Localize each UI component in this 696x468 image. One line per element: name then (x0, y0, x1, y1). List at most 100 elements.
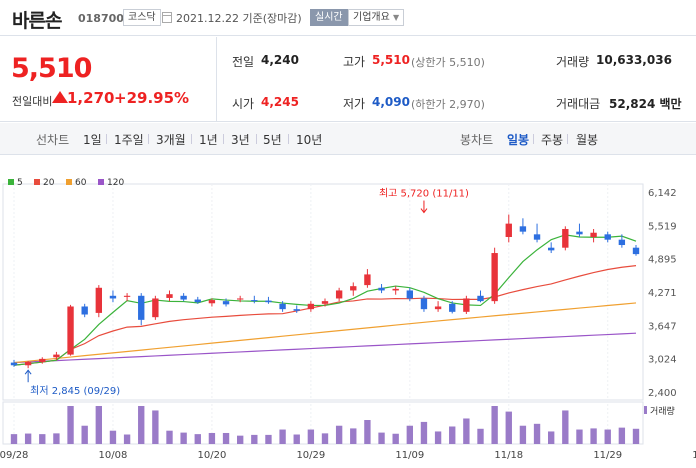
change-rate: +29.95% (114, 89, 190, 107)
x-tick-label: 11/18 (494, 450, 523, 461)
volume-bar (138, 406, 145, 444)
candle-body (590, 232, 597, 238)
y-tick-label: 6,142 (648, 188, 677, 199)
up-arrow-icon (52, 91, 68, 103)
volume-bar (576, 429, 583, 444)
company-info-label: 기업개요 (353, 12, 390, 23)
volume-legend-swatch (644, 406, 647, 414)
divider (216, 37, 217, 121)
period-1w[interactable]: 1주일 (114, 131, 144, 148)
period-1y[interactable]: 1년 (199, 131, 218, 148)
period-3m[interactable]: 3개월 (156, 131, 186, 148)
y-tick-label: 3,024 (648, 355, 677, 366)
volume-bar (590, 428, 597, 444)
candle-body (364, 274, 371, 286)
separator (223, 134, 224, 144)
candle-body (307, 303, 315, 310)
candle-body (180, 295, 187, 300)
legend-swatch (34, 179, 40, 185)
candle-body (321, 301, 329, 304)
candle-body (152, 298, 159, 318)
candle-body (420, 298, 428, 310)
candle-body (406, 290, 413, 299)
open-value: 4,245 (261, 95, 299, 109)
prev-close-label: 전일 (232, 55, 255, 69)
candle-body (123, 295, 131, 297)
lower-limit: (하한가 2,970) (411, 98, 485, 111)
trade-amount-label: 거래대금 (556, 97, 601, 111)
candlestick-chart-svg: 6,142 5,519 4,895 4,271 3,647 3,024 2,400 09/28… (0, 178, 696, 461)
volume-bar (350, 428, 357, 444)
candle-body (378, 287, 385, 291)
reference-date: 2021.12.22 기준(장마감) (176, 12, 302, 25)
stock-header: 바른손 018700 코스닥 2021.12.22 기준(장마감) 실시간 기업… (0, 0, 696, 36)
company-info-dropdown[interactable]: 기업개요 ▼ (348, 9, 405, 26)
volume-bar (265, 434, 272, 444)
separator (106, 134, 107, 144)
low-value: 4,090 (372, 95, 410, 109)
legend-swatch (66, 179, 72, 185)
volume-bar (477, 428, 484, 444)
volume-legend-label: 거래량 (650, 405, 675, 417)
volume-bar (463, 418, 470, 444)
period-10y[interactable]: 10년 (296, 131, 322, 148)
separator (567, 134, 568, 144)
realtime-button[interactable]: 실시간 (310, 9, 348, 26)
volume-bar (392, 433, 399, 444)
x-tick-label: 10/08 (99, 450, 128, 461)
candle-body (194, 299, 201, 303)
volume-bar (237, 435, 244, 444)
volume-bar (180, 432, 187, 444)
candle-body (449, 303, 456, 312)
volume-bar (491, 406, 498, 444)
volume-bar (95, 406, 102, 444)
volume-bar (10, 434, 18, 444)
candle-daily[interactable]: 일봉 (507, 131, 529, 148)
legend-swatch (8, 179, 14, 185)
y-tick-label: 4,271 (648, 288, 677, 299)
candle-body (562, 228, 569, 248)
volume-bar (194, 434, 201, 444)
candle-body (39, 358, 46, 363)
volume-bar (109, 430, 117, 444)
volume-bar (406, 425, 413, 444)
candle-body (519, 226, 527, 232)
y-tick-label: 4,895 (648, 255, 677, 266)
candle-body (604, 234, 611, 240)
candle-body (237, 298, 244, 300)
y-tick-label: 3,647 (648, 321, 677, 332)
low-annotation: 최저 2,845 (09/29) (30, 385, 120, 397)
candle-body (350, 286, 357, 291)
volume-bar (519, 425, 527, 444)
volume-bar (548, 431, 555, 444)
separator (148, 134, 149, 144)
candle-body (81, 306, 88, 315)
period-5y[interactable]: 5년 (263, 131, 282, 148)
candle-chart-label: 봉차트 (460, 133, 494, 147)
candle-monthly[interactable]: 월봉 (576, 131, 598, 148)
high-annotation: 최고 5,720 (11/11) (379, 188, 469, 200)
period-3y[interactable]: 3년 (231, 131, 250, 148)
candle-body (24, 362, 32, 366)
volume-bar (335, 425, 343, 444)
open-label: 시가 (232, 97, 255, 111)
volume-bar (434, 431, 442, 444)
volume-bar (632, 428, 640, 444)
volume-bar (449, 426, 456, 444)
candle-body (67, 306, 74, 355)
volume-bar (279, 429, 286, 444)
period-1d[interactable]: 1일 (83, 131, 102, 148)
candle-body (222, 301, 230, 305)
candle-body (434, 306, 442, 310)
candle-weekly[interactable]: 주봉 (541, 131, 563, 148)
candle-body (491, 253, 498, 302)
volume-bar (378, 432, 385, 444)
high-value: 5,510 (372, 53, 410, 67)
prev-close-value: 4,240 (261, 53, 299, 67)
candle-body (548, 247, 555, 251)
calendar-icon (162, 12, 172, 23)
chart-period-bar: 선차트 1일 1주일 3개월 1년 3년 5년 10년 봉차트 일봉 주봉 월봉 (0, 123, 696, 155)
x-tick-label: 10/29 (296, 450, 325, 461)
volume-label: 거래량 (556, 55, 590, 69)
separator (288, 134, 289, 144)
